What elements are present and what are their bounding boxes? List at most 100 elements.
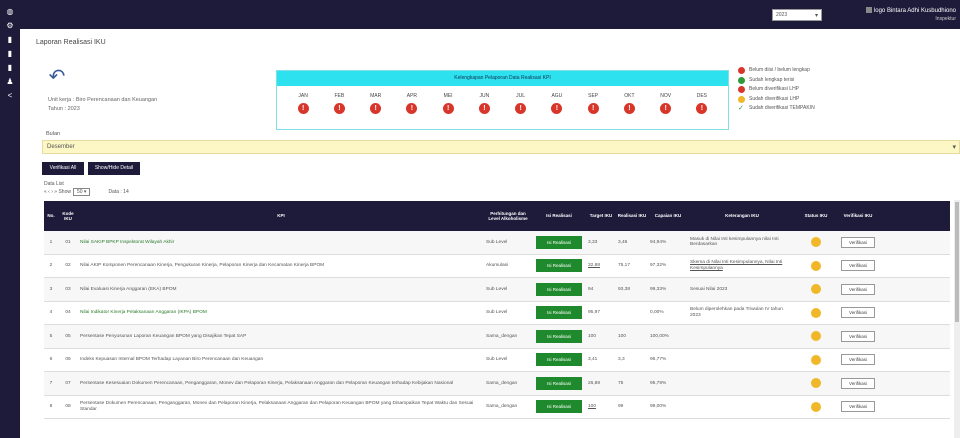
month-label: DES [696, 93, 708, 99]
file-icon[interactable]: ▮ [0, 60, 20, 74]
dashboard-icon[interactable]: ◍ [0, 4, 20, 18]
alert-icon[interactable]: ! [333, 103, 345, 114]
row-target: 100 [588, 333, 597, 339]
column-header: Capaian IKU [654, 213, 682, 219]
user-profile[interactable]: logo Bintara Adhi Kusbudhiono Inspektur [840, 7, 960, 25]
share-icon[interactable]: < [0, 88, 20, 102]
pager-arrows[interactable]: « ‹ › » [44, 189, 57, 195]
month-label: APR [406, 93, 418, 99]
bulan-select[interactable]: Desember ▾ [42, 140, 960, 154]
unit-line: Unit kerja : Biro Perencanaan dan Keuang… [48, 97, 158, 103]
alert-icon[interactable]: ! [551, 103, 563, 114]
show-hide-detail-button[interactable]: Show/Hide Detail [88, 162, 140, 175]
table-row: 5 05 Persentase Penyusunan Laporan Keuan… [44, 325, 950, 349]
row-target[interactable]: 100 [586, 396, 616, 419]
file-icon[interactable]: ▮ [0, 46, 20, 60]
row-capaian: 95,79% [650, 380, 667, 386]
column-header: Perhitungan dan Level Alkoholisme [488, 210, 528, 222]
isi-realisasi-button[interactable]: Isi Realisasi [536, 329, 582, 343]
isi-realisasi-button[interactable]: Isi Realisasi [536, 376, 582, 390]
verifikasi-button[interactable]: Verifikasi [841, 260, 875, 272]
row-no: 6 [49, 357, 53, 362]
alert-icon[interactable]: ! [297, 103, 309, 114]
legend-text: Sudah lengkap terisi [749, 76, 795, 83]
file-icon[interactable]: ▮ [0, 32, 20, 46]
row-kpi[interactable]: Nilai Indikator Kinerja Pelaksanaan Angg… [78, 302, 484, 325]
status-dot-icon [738, 86, 745, 94]
alert-icon[interactable]: ! [406, 103, 418, 114]
month-feb: FEB ! [325, 86, 353, 114]
month-jul: JUL ! [507, 86, 535, 114]
row-realisasi: 3,3 [618, 357, 625, 362]
users-icon[interactable]: ♟ [0, 74, 20, 88]
scrollbar-thumb[interactable] [955, 202, 959, 322]
verifikasi-button[interactable]: Verifikasi [841, 330, 875, 342]
gear-icon[interactable]: ⚙ [0, 18, 20, 32]
verifikasi-button[interactable]: Verifikasi [841, 307, 875, 319]
verifikasi-button[interactable]: Verifikasi [841, 236, 875, 248]
alert-icon[interactable]: ! [660, 103, 672, 114]
column-header: Isi Realisasi [546, 213, 572, 219]
row-capaian: 0,00% [650, 310, 664, 315]
verifikasi-button[interactable]: Verifikasi [841, 283, 875, 295]
alert-icon[interactable]: ! [623, 103, 635, 114]
row-perhitungan: Sama_dengan [486, 380, 518, 386]
row-no: 1 [49, 239, 53, 245]
legend-text: Belum diisi / belum lengkap [749, 67, 810, 73]
row-perhitungan: Sub Level [486, 310, 508, 315]
row-perhitungan: Sub Level [486, 286, 508, 292]
column-header: Status IKU [804, 213, 828, 219]
year-select[interactable]: 2023 ▾ [772, 9, 822, 21]
row-target: 95,97 [588, 310, 601, 315]
legend-item: Sudah lengkap terisi [738, 76, 815, 86]
alert-icon[interactable]: ! [478, 103, 490, 114]
month-label: MAR [370, 93, 382, 99]
alert-icon[interactable]: ! [515, 103, 527, 114]
month-panel-title: Kelengkapan Pelaporan Data Realisasi KPI [277, 71, 728, 86]
alert-icon[interactable]: ! [696, 103, 708, 114]
row-keterangan [688, 396, 796, 419]
row-target: 3,33 [588, 239, 598, 245]
isi-realisasi-button[interactable]: Isi Realisasi [536, 259, 582, 273]
row-keterangan: Belum diperolehkan pada Triwulan IV tahu… [690, 307, 783, 318]
row-kpi: Persentase Dokumen Perencanaan, Pengangg… [80, 401, 474, 412]
row-no: 5 [49, 333, 53, 339]
month-mei: MEI ! [434, 86, 462, 114]
isi-realisasi-button[interactable]: Isi Realisasi [536, 306, 582, 320]
row-target[interactable]: 32,88 [586, 255, 616, 278]
row-target: 94 [588, 286, 594, 292]
show-select[interactable]: 50 ▾ [72, 188, 91, 196]
row-keterangan[interactable]: Skema di Nilai Inti Kesimpulannya, Nilai… [688, 255, 796, 278]
year-line: Tahun : 2023 [48, 106, 80, 112]
row-realisasi: 75,17 [618, 263, 631, 268]
month-jan: JAN ! [289, 86, 317, 114]
row-no: 2 [49, 263, 53, 268]
row-kode: 02 [65, 263, 71, 268]
status-dot-icon [738, 67, 745, 75]
isi-realisasi-button[interactable]: Isi Realisasi [536, 400, 582, 414]
verifikasi-button[interactable]: Verifikasi [841, 377, 875, 389]
scrollbar[interactable] [954, 200, 960, 438]
isi-realisasi-button[interactable]: Isi Realisasi [536, 282, 582, 296]
verifikasi-button[interactable]: Verifikasi [841, 354, 875, 366]
row-kode: 08 [65, 404, 71, 409]
chevron-down-icon: ▾ [814, 13, 818, 19]
row-perhitungan: Sama_dengan [486, 333, 518, 339]
row-kpi[interactable]: Nilai SAKIP BPKP Inspektorat Wilayah Akh… [78, 231, 484, 254]
alert-icon[interactable]: ! [442, 103, 454, 114]
page-title: Laporan Realisasi IKU [36, 39, 106, 46]
back-arrow-icon[interactable]: ↶ [46, 66, 68, 88]
verifikasi-all-button[interactable]: Verifikasi All [42, 162, 84, 175]
table-row: 3 03 Nilai Evaluasi Kinerja Anggaran (EK… [44, 278, 950, 302]
row-target: 26,88 [588, 380, 601, 386]
row-kpi: Persentase Penyusunan Laporan Keuangan B… [80, 333, 247, 339]
status-legend: Belum diisi / belum lengkap Sudah lengkap… [738, 66, 815, 114]
verifikasi-button[interactable]: Verifikasi [841, 401, 875, 413]
isi-realisasi-button[interactable]: Isi Realisasi [536, 235, 582, 249]
row-target: 3,41 [588, 357, 598, 362]
isi-realisasi-button[interactable]: Isi Realisasi [536, 353, 582, 367]
alert-icon[interactable]: ! [370, 103, 382, 114]
alert-icon[interactable]: ! [587, 103, 599, 114]
month-label: FEB [334, 93, 345, 99]
month-okt: OKT ! [615, 86, 643, 114]
